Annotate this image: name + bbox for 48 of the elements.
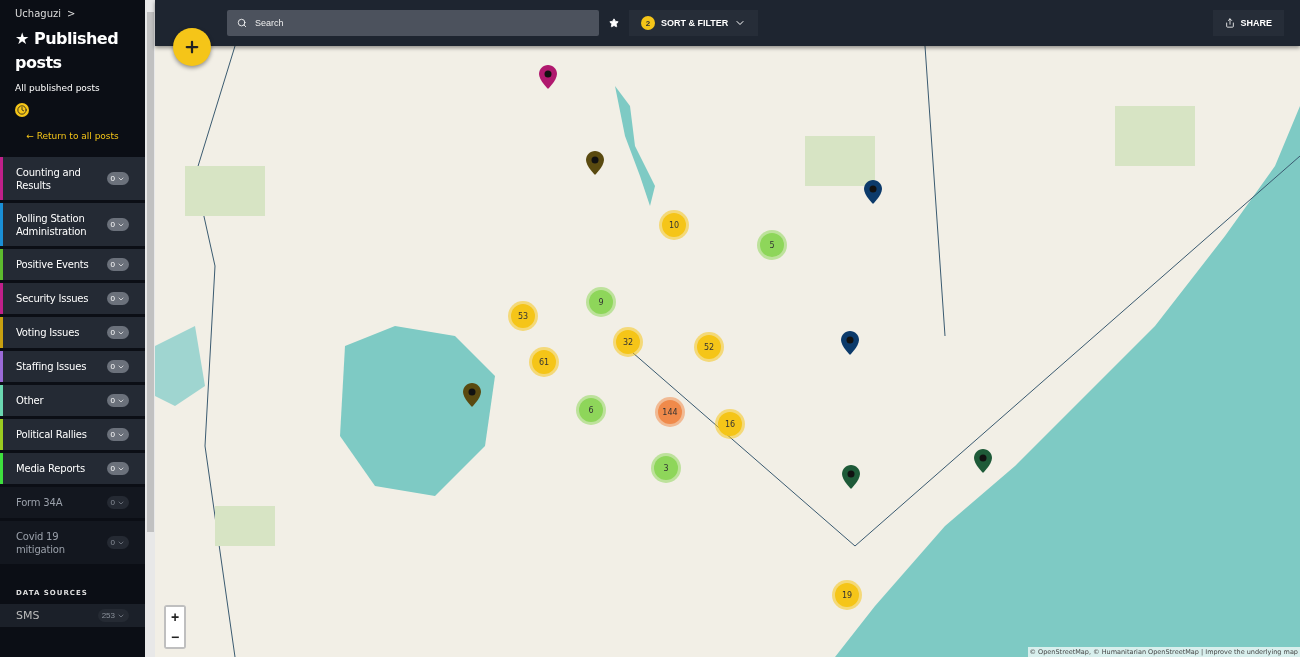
page-subtitle: All published posts — [15, 83, 101, 93]
count-toggle[interactable]: 0 — [106, 326, 129, 339]
count-toggle[interactable]: 0 — [106, 172, 129, 185]
count-toggle[interactable]: 0 — [106, 394, 129, 407]
count-toggle[interactable]: 0 — [106, 496, 129, 509]
data-source-item[interactable]: SMS 253 — [0, 604, 145, 627]
map-pin-icon[interactable] — [539, 65, 557, 89]
count-toggle[interactable]: 0 — [106, 292, 129, 305]
share-icon — [1225, 18, 1236, 28]
category-item[interactable]: Media Reports 0 — [0, 453, 145, 484]
breadcrumb-link[interactable]: Uchaguzi — [15, 8, 61, 19]
map-pin-icon[interactable] — [841, 331, 859, 355]
share-button[interactable]: SHARE — [1213, 10, 1284, 36]
map-pin-icon[interactable] — [864, 180, 882, 204]
plus-icon — [183, 38, 201, 56]
count-toggle[interactable]: 253 — [97, 609, 129, 622]
star-icon — [609, 18, 619, 28]
category-item[interactable]: Security Issues 0 — [0, 283, 145, 314]
scrollbar[interactable] — [145, 0, 155, 657]
search-field[interactable]: Search — [227, 10, 599, 36]
page-title: ★ Published posts — [15, 28, 120, 74]
category-item[interactable]: Staffing Issues 0 — [0, 351, 145, 382]
category-item[interactable]: Positive Events 0 — [0, 249, 145, 280]
count-toggle[interactable]: 0 — [106, 536, 129, 549]
map-pin-icon[interactable] — [586, 151, 604, 175]
park-area — [215, 506, 275, 546]
category-item[interactable]: Counting and Results 0 — [0, 157, 145, 200]
count-toggle[interactable]: 0 — [106, 428, 129, 441]
count-toggle[interactable]: 0 — [106, 462, 129, 475]
category-item[interactable]: Covid 19 mitigation 0 — [0, 521, 145, 564]
map-pin-icon[interactable] — [974, 449, 992, 473]
category-item[interactable]: Polling Station Administration 0 — [0, 203, 145, 246]
category-item[interactable]: Other 0 — [0, 385, 145, 416]
count-toggle[interactable]: 0 — [106, 360, 129, 373]
breadcrumb-separator: > — [67, 8, 76, 19]
category-item[interactable]: Form 34A 0 — [0, 487, 145, 518]
clock-icon — [15, 103, 29, 117]
category-item[interactable]: Political Rallies 0 — [0, 419, 145, 450]
map-pin-icon[interactable] — [463, 383, 481, 407]
category-item[interactable]: Voting Issues 0 — [0, 317, 145, 348]
count-toggle[interactable]: 0 — [106, 258, 129, 271]
count-toggle[interactable]: 0 — [106, 218, 129, 231]
return-link[interactable]: ← Return to all posts — [26, 131, 119, 141]
map-pin-icon[interactable] — [842, 465, 860, 489]
filter-count-badge: 2 — [641, 16, 655, 30]
sort-filter-button[interactable]: 2 SORT & FILTER — [629, 10, 759, 36]
park-area — [805, 136, 875, 186]
search-icon — [237, 18, 247, 28]
